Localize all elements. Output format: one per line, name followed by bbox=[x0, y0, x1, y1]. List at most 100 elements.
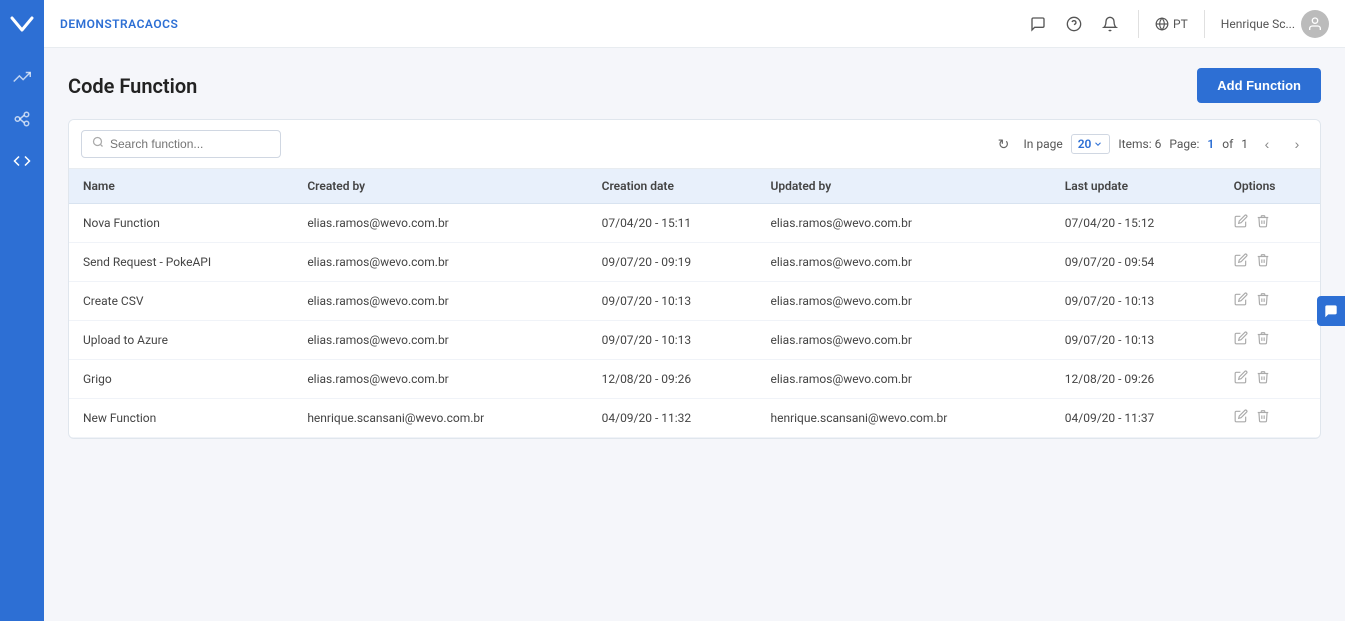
sidebar-item-flows[interactable] bbox=[4, 101, 40, 137]
cell-options bbox=[1220, 243, 1320, 282]
edit-icon[interactable] bbox=[1234, 331, 1248, 349]
search-box[interactable] bbox=[81, 130, 281, 158]
current-page: 1 bbox=[1207, 137, 1214, 151]
language-selector[interactable]: PT bbox=[1155, 17, 1188, 31]
cell-name: Grigo bbox=[69, 360, 293, 399]
cell-options bbox=[1220, 282, 1320, 321]
table-row: New Function henrique.scansani@wevo.com.… bbox=[69, 399, 1320, 438]
cell-options bbox=[1220, 204, 1320, 243]
chat-widget[interactable] bbox=[1317, 296, 1345, 326]
delete-icon[interactable] bbox=[1256, 370, 1270, 388]
cell-created-by: elias.ramos@wevo.com.br bbox=[293, 282, 587, 321]
search-input[interactable] bbox=[110, 137, 270, 151]
cell-creation-date: 07/04/20 - 15:11 bbox=[588, 204, 757, 243]
prev-page-button[interactable]: ‹ bbox=[1256, 133, 1278, 155]
total-pages: 1 bbox=[1241, 137, 1248, 151]
avatar bbox=[1301, 10, 1329, 38]
cell-name: Upload to Azure bbox=[69, 321, 293, 360]
col-updated-by: Updated by bbox=[756, 169, 1050, 204]
search-icon bbox=[92, 136, 104, 152]
header: DEMONSTRACAOCS bbox=[44, 0, 1345, 48]
header-title: DEMONSTRACAOCS bbox=[60, 17, 178, 31]
cell-last-update: 09/07/20 - 10:13 bbox=[1051, 282, 1220, 321]
in-page-label: In page bbox=[1023, 137, 1062, 151]
col-last-update: Last update bbox=[1051, 169, 1220, 204]
cell-created-by: elias.ramos@wevo.com.br bbox=[293, 204, 587, 243]
table-container: ↻ In page 20 Items: 6 Page: 1 of 1 ‹ › bbox=[68, 119, 1321, 439]
cell-creation-date: 09/07/20 - 10:13 bbox=[588, 321, 757, 360]
cell-name: Send Request - PokeAPI bbox=[69, 243, 293, 282]
page-title: Code Function bbox=[68, 74, 197, 98]
delete-icon[interactable] bbox=[1256, 331, 1270, 349]
col-options: Options bbox=[1220, 169, 1320, 204]
per-page-selector[interactable]: 20 bbox=[1071, 134, 1111, 154]
table-row: Send Request - PokeAPI elias.ramos@wevo.… bbox=[69, 243, 1320, 282]
chat-icon[interactable] bbox=[1026, 12, 1050, 36]
sidebar-item-analytics[interactable] bbox=[4, 59, 40, 95]
help-icon[interactable] bbox=[1062, 12, 1086, 36]
cell-updated-by: elias.ramos@wevo.com.br bbox=[756, 204, 1050, 243]
delete-icon[interactable] bbox=[1256, 292, 1270, 310]
user-menu[interactable]: Henrique Sc... bbox=[1221, 10, 1329, 38]
col-created-by: Created by bbox=[293, 169, 587, 204]
header-icons: PT Henrique Sc... bbox=[1026, 10, 1329, 38]
page-label: Page: bbox=[1169, 137, 1199, 151]
cell-created-by: henrique.scansani@wevo.com.br bbox=[293, 399, 587, 438]
delete-icon[interactable] bbox=[1256, 214, 1270, 232]
cell-updated-by: elias.ramos@wevo.com.br bbox=[756, 282, 1050, 321]
table-row: Create CSV elias.ramos@wevo.com.br 09/07… bbox=[69, 282, 1320, 321]
options-cell bbox=[1234, 331, 1306, 349]
sidebar bbox=[0, 0, 44, 621]
edit-icon[interactable] bbox=[1234, 292, 1248, 310]
header-divider-2 bbox=[1204, 10, 1205, 38]
cell-updated-by: elias.ramos@wevo.com.br bbox=[756, 360, 1050, 399]
refresh-button[interactable]: ↻ bbox=[991, 132, 1015, 156]
table-row: Upload to Azure elias.ramos@wevo.com.br … bbox=[69, 321, 1320, 360]
cell-options bbox=[1220, 399, 1320, 438]
cell-last-update: 09/07/20 - 10:13 bbox=[1051, 321, 1220, 360]
main-content: DEMONSTRACAOCS bbox=[44, 0, 1345, 621]
edit-icon[interactable] bbox=[1234, 409, 1248, 427]
col-creation-date: Creation date bbox=[588, 169, 757, 204]
header-divider bbox=[1138, 10, 1139, 38]
options-cell bbox=[1234, 292, 1306, 310]
cell-last-update: 07/04/20 - 15:12 bbox=[1051, 204, 1220, 243]
cell-last-update: 12/08/20 - 09:26 bbox=[1051, 360, 1220, 399]
cell-options bbox=[1220, 360, 1320, 399]
cell-creation-date: 12/08/20 - 09:26 bbox=[588, 360, 757, 399]
cell-updated-by: elias.ramos@wevo.com.br bbox=[756, 321, 1050, 360]
next-page-button[interactable]: › bbox=[1286, 133, 1308, 155]
table-row: Nova Function elias.ramos@wevo.com.br 07… bbox=[69, 204, 1320, 243]
cell-creation-date: 09/07/20 - 09:19 bbox=[588, 243, 757, 282]
add-function-button[interactable]: Add Function bbox=[1197, 68, 1321, 103]
delete-icon[interactable] bbox=[1256, 409, 1270, 427]
page-header: Code Function Add Function bbox=[68, 68, 1321, 103]
content-area: Code Function Add Function ↻ bbox=[44, 48, 1345, 621]
notification-icon[interactable] bbox=[1098, 12, 1122, 36]
cell-created-by: elias.ramos@wevo.com.br bbox=[293, 243, 587, 282]
cell-created-by: elias.ramos@wevo.com.br bbox=[293, 321, 587, 360]
cell-created-by: elias.ramos@wevo.com.br bbox=[293, 360, 587, 399]
sidebar-item-code[interactable] bbox=[4, 143, 40, 179]
edit-icon[interactable] bbox=[1234, 214, 1248, 232]
items-info: Items: 6 bbox=[1118, 137, 1161, 151]
sidebar-logo bbox=[6, 8, 38, 40]
table-row: Grigo elias.ramos@wevo.com.br 12/08/20 -… bbox=[69, 360, 1320, 399]
delete-icon[interactable] bbox=[1256, 253, 1270, 271]
table-body: Nova Function elias.ramos@wevo.com.br 07… bbox=[69, 204, 1320, 438]
options-cell bbox=[1234, 253, 1306, 271]
table-toolbar: ↻ In page 20 Items: 6 Page: 1 of 1 ‹ › bbox=[69, 120, 1320, 169]
cell-options bbox=[1220, 321, 1320, 360]
functions-table: Name Created by Creation date Updated by… bbox=[69, 169, 1320, 438]
cell-updated-by: elias.ramos@wevo.com.br bbox=[756, 243, 1050, 282]
edit-icon[interactable] bbox=[1234, 253, 1248, 271]
col-name: Name bbox=[69, 169, 293, 204]
cell-name: Create CSV bbox=[69, 282, 293, 321]
cell-creation-date: 09/07/20 - 10:13 bbox=[588, 282, 757, 321]
cell-last-update: 04/09/20 - 11:37 bbox=[1051, 399, 1220, 438]
edit-icon[interactable] bbox=[1234, 370, 1248, 388]
toolbar-controls: ↻ In page 20 Items: 6 Page: 1 of 1 ‹ › bbox=[991, 132, 1308, 156]
language-label: PT bbox=[1173, 17, 1188, 31]
options-cell bbox=[1234, 370, 1306, 388]
cell-creation-date: 04/09/20 - 11:32 bbox=[588, 399, 757, 438]
